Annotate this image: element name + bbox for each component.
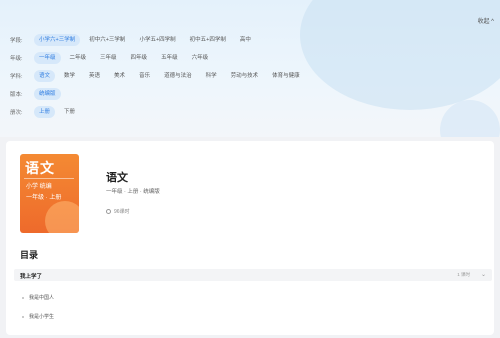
bullet-icon — [22, 315, 24, 318]
filter-option-grade[interactable]: 三年级 — [95, 52, 122, 64]
unit-header[interactable]: 我上学了 1 课时 ⌄ — [14, 269, 492, 281]
unit-count: 1 课时 — [457, 272, 470, 277]
filter-row-grade: 年级: 一年级 二年级 三年级 四年级 五年级 六年级 — [10, 52, 217, 64]
filter-option-subject[interactable]: 音乐 — [134, 70, 155, 82]
filter-label: 册次: — [10, 110, 23, 116]
filter-option-grade[interactable]: 一年级 — [34, 52, 61, 64]
lesson-title: 我是小学生 — [29, 314, 55, 320]
filter-option-subject[interactable]: 科学 — [201, 70, 222, 82]
cover-subtitle: 小学 统编 — [26, 184, 52, 190]
filter-option-school[interactable]: 高中 — [235, 34, 256, 46]
filter-option-subject[interactable]: 劳动与技术 — [226, 70, 264, 82]
course-lesson-count: 96课时 — [106, 208, 130, 215]
filter-option-grade[interactable]: 二年级 — [65, 52, 92, 64]
course-cover[interactable]: 语文 小学 统编 一年级 · 上册 — [20, 154, 79, 233]
decorative-blob — [440, 100, 500, 137]
filter-option-volume[interactable]: 上册 — [34, 106, 56, 118]
filter-row-school: 学段: 小学六+三学制 初中六+三学制 小学五+四学制 初中五+四学制 高中 — [10, 34, 260, 46]
filter-option-subject[interactable]: 英语 — [84, 70, 105, 82]
decorative-blob — [300, 0, 500, 110]
filter-label: 学段: — [10, 38, 23, 44]
cover-decoration — [45, 201, 79, 233]
filter-option-subject[interactable]: 道德与法治 — [159, 70, 197, 82]
filter-option-school[interactable]: 初中五+四学制 — [185, 34, 231, 46]
filter-option-school[interactable]: 小学六+三学制 — [34, 34, 81, 46]
filter-label: 学科: — [10, 74, 23, 80]
filter-option-subject[interactable]: 语文 — [34, 70, 56, 82]
filter-option-edition[interactable]: 统编版 — [34, 88, 61, 100]
filter-row-subject: 学科: 语文 数学 英语 美术 音乐 道德与法治 科学 劳动与技术 体育与健康 — [10, 70, 309, 82]
lesson-item[interactable]: 我是中国人 — [22, 294, 54, 301]
course-title: 语文 — [106, 172, 128, 184]
filter-option-subject[interactable]: 体育与健康 — [267, 70, 305, 82]
filter-label: 年级: — [10, 56, 23, 62]
filter-option-grade[interactable]: 六年级 — [187, 52, 214, 64]
unit-name: 我上学了 — [20, 274, 43, 280]
cover-title: 语文 — [25, 161, 55, 177]
filter-option-grade[interactable]: 四年级 — [126, 52, 153, 64]
filter-panel: 收起 ^ 学段: 小学六+三学制 初中六+三学制 小学五+四学制 初中五+四学制… — [0, 0, 500, 137]
chevron-down-icon[interactable]: ⌄ — [481, 271, 486, 278]
clock-icon — [106, 209, 111, 214]
filter-option-school[interactable]: 小学五+四学制 — [134, 34, 180, 46]
filter-option-grade[interactable]: 五年级 — [156, 52, 183, 64]
course-meta: 一年级 · 上册 · 统编版 — [106, 189, 160, 195]
filter-option-subject[interactable]: 数学 — [59, 70, 80, 82]
filter-row-edition: 版本: 统编版 — [10, 88, 65, 100]
lesson-item[interactable]: 我是小学生 — [22, 313, 54, 320]
course-card: 语文 小学 统编 一年级 · 上册 语文 一年级 · 上册 · 统编版 96课时… — [6, 141, 494, 335]
filter-row-volume: 册次: 上册 下册 — [10, 106, 84, 118]
filter-option-volume[interactable]: 下册 — [59, 106, 80, 118]
lesson-title: 我是中国人 — [29, 295, 55, 301]
bullet-icon — [22, 296, 24, 299]
filter-option-school[interactable]: 初中六+三学制 — [84, 34, 130, 46]
filter-option-subject[interactable]: 美术 — [109, 70, 130, 82]
cover-divider — [24, 178, 74, 179]
collapse-filters-button[interactable]: 收起 ^ — [478, 16, 494, 25]
cover-grade: 一年级 · 上册 — [26, 195, 62, 201]
filter-label: 版本: — [10, 92, 23, 98]
toc-heading: 目录 — [20, 250, 39, 260]
lesson-count-text: 96课时 — [114, 209, 130, 215]
